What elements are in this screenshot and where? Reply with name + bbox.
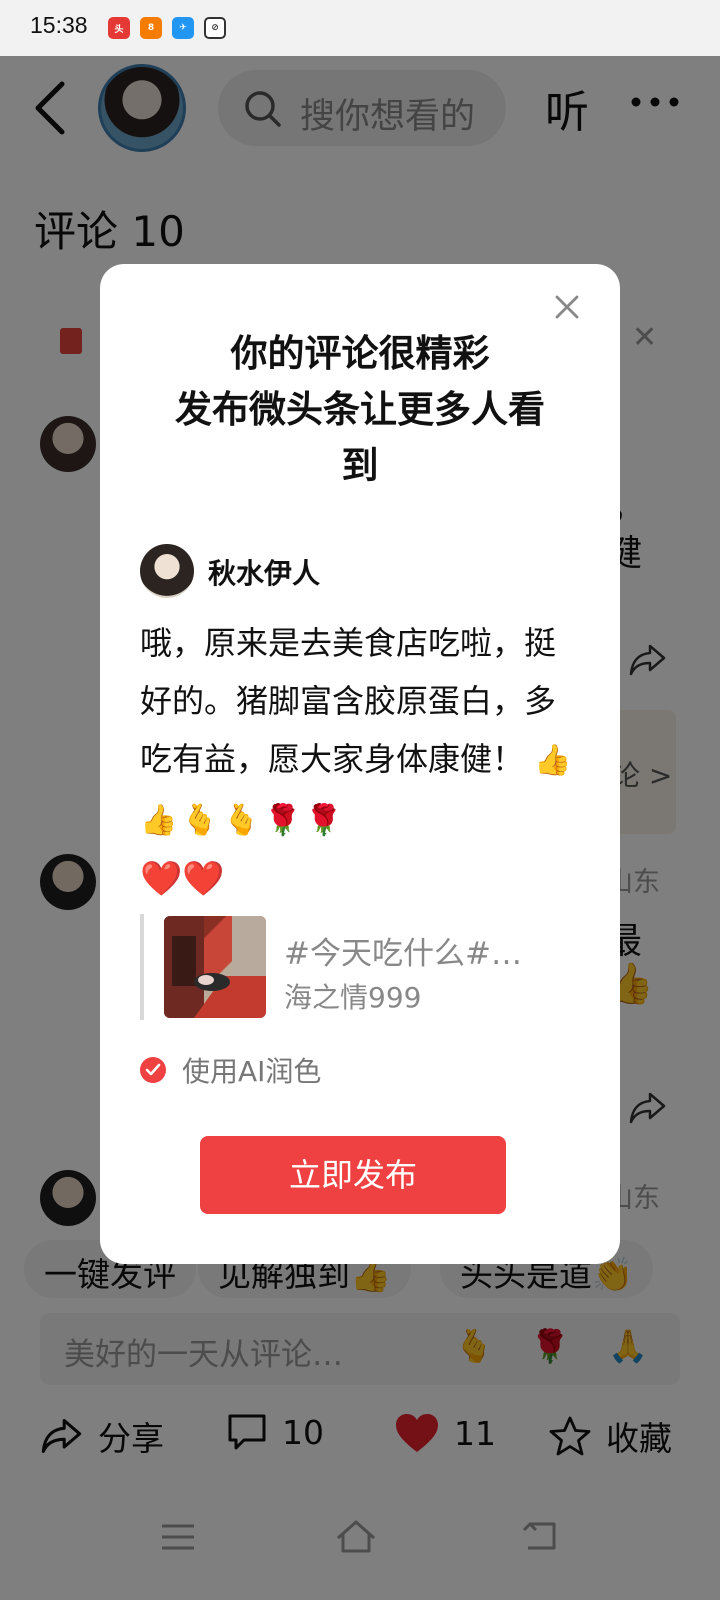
check-icon xyxy=(145,1063,161,1076)
dialog-title-line: 发布微头条让更多人看 xyxy=(175,388,545,431)
notification-app-icon: 8 xyxy=(140,17,162,39)
close-icon[interactable] xyxy=(552,292,582,322)
dialog-title-line: 到 xyxy=(341,444,379,487)
checkbox-checked-icon[interactable] xyxy=(140,1057,166,1083)
comment-preview: 哦，原来是去美食店吃啦，挺好的。猪脚富含胶原蛋白，多吃有益，愿大家身体康健！ 👍… xyxy=(140,614,580,908)
quoted-post-thumbnail xyxy=(164,916,266,1018)
comment-hearts: ❤️❤️ xyxy=(140,859,225,899)
ai-polish-option[interactable]: 使用AI润色 xyxy=(140,1052,321,1088)
ai-polish-label: 使用AI润色 xyxy=(182,1055,322,1088)
toutiao-app-icon: 头 xyxy=(108,17,130,39)
browser-icon: ⊘ xyxy=(204,17,226,39)
quoted-post-author: 海之情999 xyxy=(284,981,422,1014)
status-bar: 15:38 头 8 ✈ ⊘ xyxy=(0,0,720,56)
user-avatar xyxy=(140,544,194,598)
dialog-title: 你的评论很精彩 发布微头条让更多人看 到 xyxy=(130,326,590,494)
status-time: 15:38 xyxy=(30,12,88,38)
telegram-icon: ✈ xyxy=(172,17,194,39)
quoted-post-title: #今天吃什么#… xyxy=(284,936,522,972)
storefront-image xyxy=(164,916,266,1018)
publish-weitoutiao-dialog: 你的评论很精彩 发布微头条让更多人看 到 秋水伊人 哦，原来是去美食店吃啦，挺好… xyxy=(100,264,620,1264)
comment-text: 哦，原来是去美食店吃啦，挺好的。猪脚富含胶原蛋白，多吃有益，愿大家身体康健！ xyxy=(140,624,557,778)
quoted-post[interactable]: #今天吃什么#… 海之情999 xyxy=(140,914,580,1020)
dialog-title-line: 你的评论很精彩 xyxy=(230,332,490,375)
publish-button[interactable]: 立即发布 xyxy=(200,1136,506,1214)
username: 秋水伊人 xyxy=(208,557,321,590)
